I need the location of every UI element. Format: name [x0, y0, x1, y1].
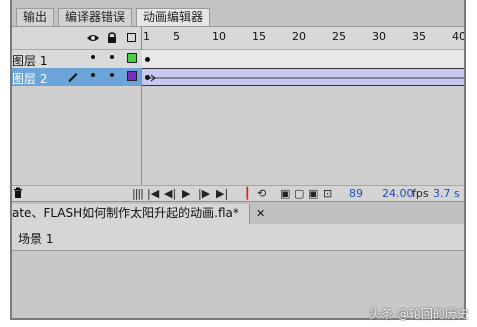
ruler-label: 1 [143, 30, 150, 43]
document-tab[interactable]: ate、FLASH如何制作太阳升起的动画.fla* [12, 204, 250, 224]
trash-icon[interactable] [13, 187, 23, 202]
lock-dot[interactable] [110, 73, 114, 77]
layer-row-2[interactable]: 图层 2 [12, 68, 464, 86]
layer-row-1[interactable]: 图层 1 [12, 50, 464, 68]
document-tabbar: ate、FLASH如何制作太阳升起的动画.fla* ✕ [12, 201, 464, 225]
tab-motion-editor[interactable]: 动画编辑器 [136, 8, 211, 26]
lock-icon[interactable] [106, 32, 118, 44]
layer-outline-swatch[interactable] [127, 53, 137, 63]
layer-list-empty [12, 86, 141, 186]
next-frame-button[interactable]: |▶ [198, 187, 210, 200]
timeline-controls: |||| |◀ ◀| ▶ |▶ ▶| ┃ ⟲ ▣ ▢ ▣ ⊡ 89 24.00 … [12, 185, 464, 202]
current-frame[interactable]: 89 [349, 187, 363, 200]
lock-dot[interactable] [110, 55, 114, 59]
ruler-label: 30 [372, 30, 386, 43]
loop-icon[interactable]: ⟲ [257, 187, 266, 200]
layer-frames[interactable] [142, 50, 464, 68]
timeline-frames-empty [142, 86, 464, 186]
ruler-label: 25 [332, 30, 346, 43]
watermark: 头条 @轮回的历史 [369, 307, 469, 321]
layer-name[interactable]: 图层 2 [12, 70, 47, 87]
frame-ruler[interactable]: 1 5 10 15 20 25 30 35 40 [142, 27, 464, 49]
tab-output[interactable]: 输出 [16, 8, 55, 26]
edit-multiple-icon[interactable]: ▣ [308, 187, 318, 200]
layer-frames[interactable] [142, 68, 464, 86]
visibility-dot[interactable] [91, 73, 95, 77]
keyframe-dot[interactable] [145, 57, 150, 62]
scene-label[interactable]: 场景 1 [18, 230, 53, 247]
play-button[interactable]: ▶ [182, 187, 190, 200]
elapsed-time: 3.7 s [433, 187, 460, 200]
ruler-label: 10 [212, 30, 226, 43]
timeline-header: 1 5 10 15 20 25 30 35 40 [12, 27, 464, 50]
pencil-icon [67, 70, 79, 82]
close-icon[interactable]: ✕ [256, 207, 265, 220]
last-frame-button[interactable]: ▶| [216, 187, 228, 200]
panel-tabstrip: 输出 编译器错误 动画编辑器 [12, 0, 464, 27]
tab-compiler-errors[interactable]: 编译器错误 [58, 8, 133, 26]
tween-arrow [150, 74, 464, 82]
edit-bar: 场景 1 [12, 224, 464, 251]
onion-outline-icon[interactable]: ▢ [294, 187, 304, 200]
visibility-dot[interactable] [91, 55, 95, 59]
prev-frame-button[interactable]: ◀| [164, 187, 176, 200]
layer-name[interactable]: 图层 1 [12, 52, 47, 69]
frame-rate-unit: fps [412, 187, 429, 200]
ruler-label: 40 [452, 30, 464, 43]
ruler-label: 5 [173, 30, 180, 43]
flash-window: 输出 编译器错误 动画编辑器 1 5 10 15 20 25 30 35 40 … [12, 0, 464, 318]
ruler-label: 15 [252, 30, 266, 43]
outline-icon[interactable] [127, 33, 136, 42]
onion-skin-icon[interactable]: ▣ [280, 187, 290, 200]
layer-outline-swatch[interactable] [127, 71, 137, 81]
onion-markers-icon[interactable]: ⊡ [323, 187, 332, 200]
ruler-label: 35 [412, 30, 426, 43]
window-border-right [464, 0, 466, 320]
ruler-label: 20 [292, 30, 306, 43]
scrollbar-grip[interactable]: |||| [132, 187, 144, 200]
center-frame-icon[interactable]: ┃ [244, 187, 251, 200]
frame-rate[interactable]: 24.00 [382, 187, 414, 200]
eye-icon[interactable] [87, 32, 99, 44]
first-frame-button[interactable]: |◀ [147, 187, 159, 200]
